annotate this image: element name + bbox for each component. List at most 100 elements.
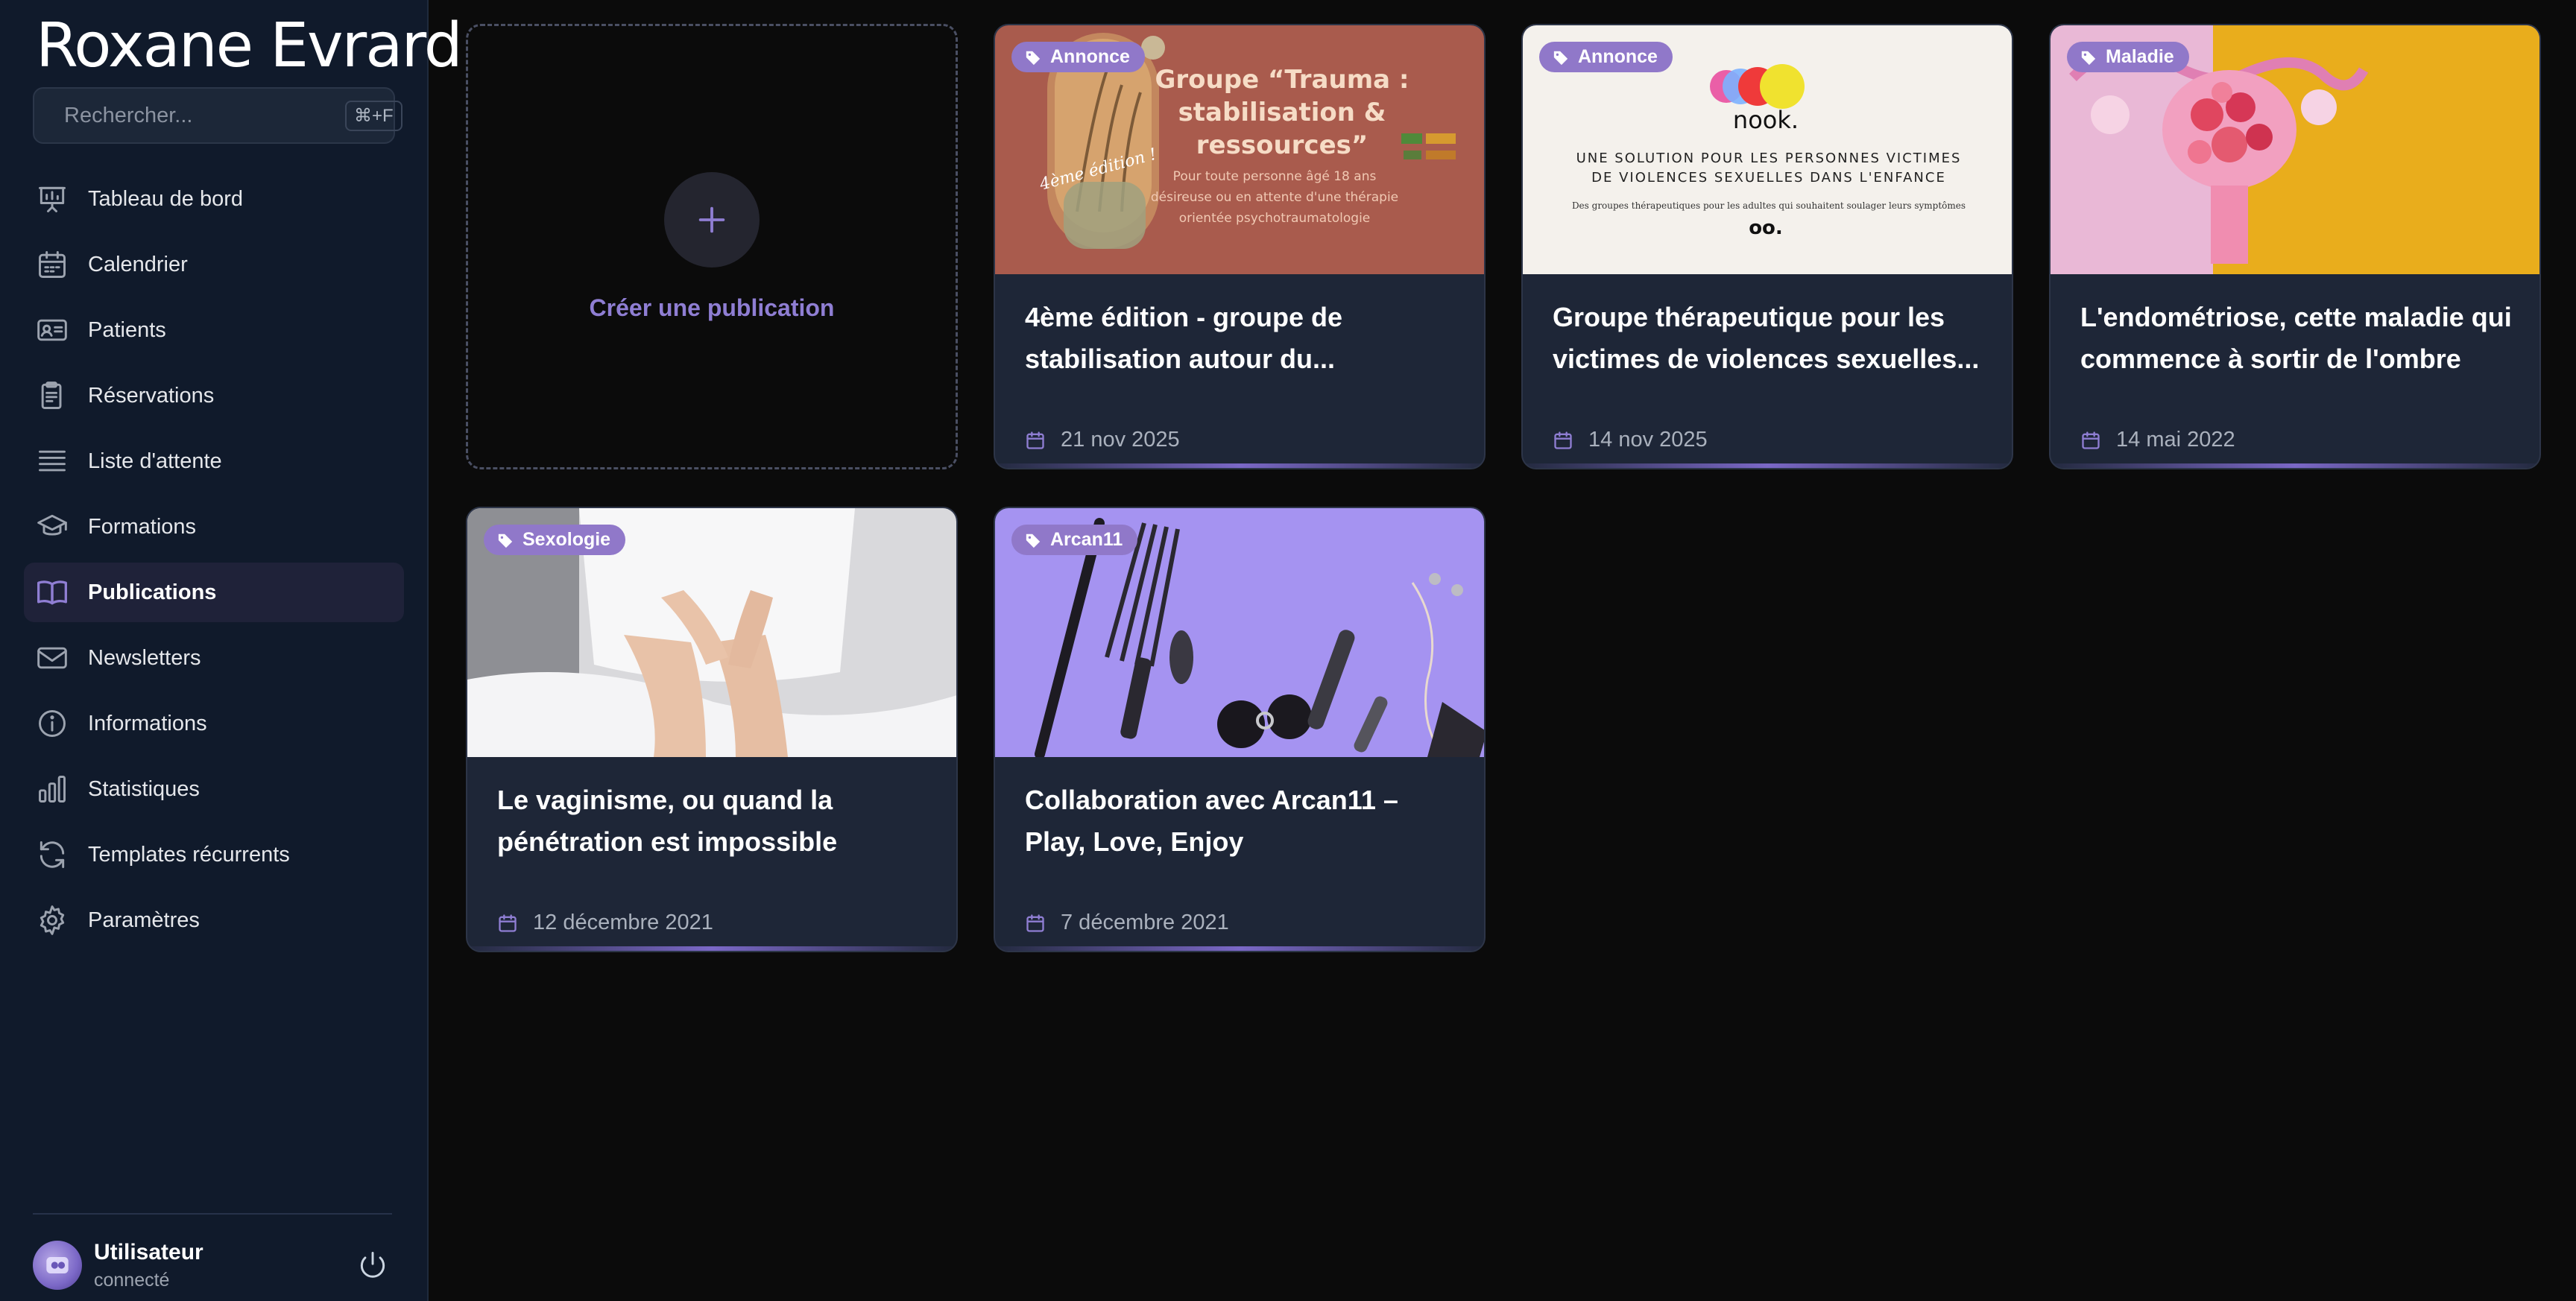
sidebar-item-templates-recurrents[interactable]: Templates récurrents: [24, 825, 404, 884]
info-icon: [39, 710, 66, 737]
category-tag-label: Sexologie: [523, 529, 611, 550]
sidebar-item-label: Tableau de bord: [88, 186, 243, 211]
dashboard-icon: [39, 186, 66, 212]
publication-date: 14 nov 2025: [1553, 428, 1708, 452]
sidebar-item-publications[interactable]: Publications: [24, 563, 404, 622]
sidebar-item-label: Informations: [88, 711, 207, 735]
bar-chart-icon: [39, 776, 66, 803]
create-publication-card[interactable]: Créer une publication: [466, 24, 958, 469]
publication-title: 4ème édition - groupe de stabilisation a…: [1025, 302, 1343, 374]
avatar-image-icon: [46, 1257, 69, 1273]
sidebar-item-label: Statistiques: [88, 776, 200, 801]
calendar-icon: [1026, 914, 1044, 932]
publications-grid: Créer une publication 4ème édition ! Gro…: [429, 0, 2576, 1301]
sidebar-item-parametres[interactable]: Paramètres: [24, 890, 404, 950]
publication-card[interactable]: 4ème édition ! Groupe “Trauma : stabilis…: [994, 24, 1486, 469]
publication-date: 7 décembre 2021: [1025, 911, 1229, 935]
sidebar: Roxane Evrard ⌘+F Tableau de bord Calend…: [0, 0, 463, 1301]
clipboard-icon: [41, 382, 62, 409]
tag-icon: [498, 534, 513, 548]
poster-line-1: Pour toute personne âgé 18 ans: [1173, 169, 1377, 184]
sidebar-item-patients[interactable]: Patients: [24, 300, 404, 360]
category-tag: Sexologie: [484, 525, 626, 555]
publication-image: 4ème édition ! Groupe “Trauma : stabilis…: [995, 25, 1484, 274]
sidebar-item-reservations[interactable]: Réservations: [24, 366, 404, 425]
nook-line-1: UNE SOLUTION POUR LES PERSONNES VICTIMES: [1576, 151, 1962, 166]
category-tag-label: Annonce: [1050, 46, 1130, 67]
id-card-icon: [37, 319, 67, 341]
sidebar-item-label: Calendrier: [88, 252, 188, 276]
sidebar-item-label: Publications: [88, 580, 217, 604]
sidebar-item-label: Réservations: [88, 383, 215, 408]
sidebar-item-label: Formations: [88, 514, 197, 539]
publication-image: Maladie: [2051, 25, 2539, 274]
publication-image: nook. UNE SOLUTION POUR LES PERSONNES VI…: [1523, 25, 2012, 274]
publication-image: Arcan11: [995, 508, 1484, 757]
avatar[interactable]: [33, 1241, 82, 1290]
sidebar-item-label: Liste d'attente: [88, 449, 222, 473]
category-tag-label: Maladie: [2106, 46, 2174, 67]
publication-title: Collaboration avec Arcan11 – Play, Love,…: [1025, 785, 1398, 857]
sidebar-divider: [33, 1213, 392, 1215]
publication-card[interactable]: Arcan11 Collaboration avec Arcan11 – Pla…: [994, 507, 1486, 952]
nook-mark: oo.: [1749, 217, 1783, 239]
publication-title: L'endométriose, cette maladie qui commen…: [2080, 302, 2512, 374]
sidebar-item-label: Templates récurrents: [88, 842, 290, 867]
poster-headline-3: ressources”: [1196, 130, 1368, 160]
search-shortcut: ⌘+F: [345, 100, 402, 131]
calendar-icon: [1554, 431, 1572, 449]
publication-date: 14 mai 2022: [2080, 428, 2235, 452]
poster-headline-2: stabilisation &: [1178, 98, 1386, 127]
sidebar-item-formations[interactable]: Formations: [24, 497, 404, 557]
publication-card[interactable]: Maladie L'endométriose, cette maladie qu…: [2049, 24, 2541, 469]
publication-date-text: 7 décembre 2021: [1061, 911, 1229, 934]
publication-card[interactable]: nook. UNE SOLUTION POUR LES PERSONNES VI…: [1521, 24, 2013, 469]
sidebar-item-tableau-de-bord[interactable]: Tableau de bord: [24, 169, 404, 229]
user-panel: Utilisateur connecté: [33, 1237, 395, 1294]
user-name: Utilisateur: [94, 1239, 203, 1264]
search-box[interactable]: ⌘+F: [33, 87, 402, 144]
category-tag: Annonce: [1011, 42, 1145, 72]
add-button[interactable]: [664, 171, 760, 268]
poster-line-3: orientée psychotraumatologie: [1179, 211, 1371, 226]
search-input[interactable]: [64, 103, 345, 128]
nook-line-2: DE VIOLENCES SEXUELLES DANS L'ENFANCE: [1591, 170, 1946, 186]
sidebar-item-newsletters[interactable]: Newsletters: [24, 628, 404, 688]
tag-icon: [1553, 51, 1568, 65]
nook-line-3: Des groupes thérapeutiques pour les adul…: [1572, 200, 1966, 211]
user-status: connecté: [94, 1269, 170, 1291]
tag-icon: [1026, 51, 1041, 65]
sidebar-item-label: Patients: [88, 317, 166, 342]
create-publication-label: Créer une publication: [589, 294, 835, 321]
sidebar-item-informations[interactable]: Informations: [24, 694, 404, 753]
category-tag: Maladie: [2067, 42, 2189, 72]
publication-date: 12 décembre 2021: [497, 911, 713, 935]
nook-logo: nook.: [1733, 106, 1799, 134]
plus-icon: [698, 206, 725, 232]
calendar-icon: [1026, 431, 1044, 449]
calendar-icon: [39, 251, 66, 278]
publication-date-text: 14 mai 2022: [2116, 428, 2235, 452]
list-icon: [39, 450, 66, 472]
calendar-icon: [2082, 431, 2100, 449]
sidebar-item-liste-attente[interactable]: Liste d'attente: [24, 431, 404, 491]
publication-card[interactable]: Sexologie Le vaginisme, ou quand la péné…: [466, 507, 958, 952]
poster-line-2: désireuse ou en attente d'une thérapie: [1151, 190, 1398, 205]
poster-headline-1: Groupe “Trauma :: [1155, 65, 1409, 95]
logout-power-icon[interactable]: [356, 1249, 389, 1282]
tag-icon: [2081, 51, 2096, 65]
sidebar-item-statistiques[interactable]: Statistiques: [24, 759, 404, 819]
mail-icon: [37, 647, 67, 669]
publication-title: Le vaginisme, ou quand la pénétration es…: [497, 785, 838, 857]
publication-title: Groupe thérapeutique pour les victimes d…: [1553, 302, 1980, 374]
sidebar-item-calendrier[interactable]: Calendrier: [24, 235, 404, 294]
book-open-icon: [37, 580, 67, 605]
calendar-icon: [499, 914, 517, 932]
refresh-icon: [40, 841, 65, 868]
sidebar-item-label: Newsletters: [88, 645, 201, 670]
publication-date: 21 nov 2025: [1025, 428, 1180, 452]
category-tag-label: Annonce: [1578, 46, 1658, 67]
brand-title: Roxane Evrard: [36, 10, 463, 81]
sidebar-nav: Tableau de bord Calendrier Patients Rése…: [24, 169, 404, 956]
graduation-cap-icon: [37, 514, 67, 536]
